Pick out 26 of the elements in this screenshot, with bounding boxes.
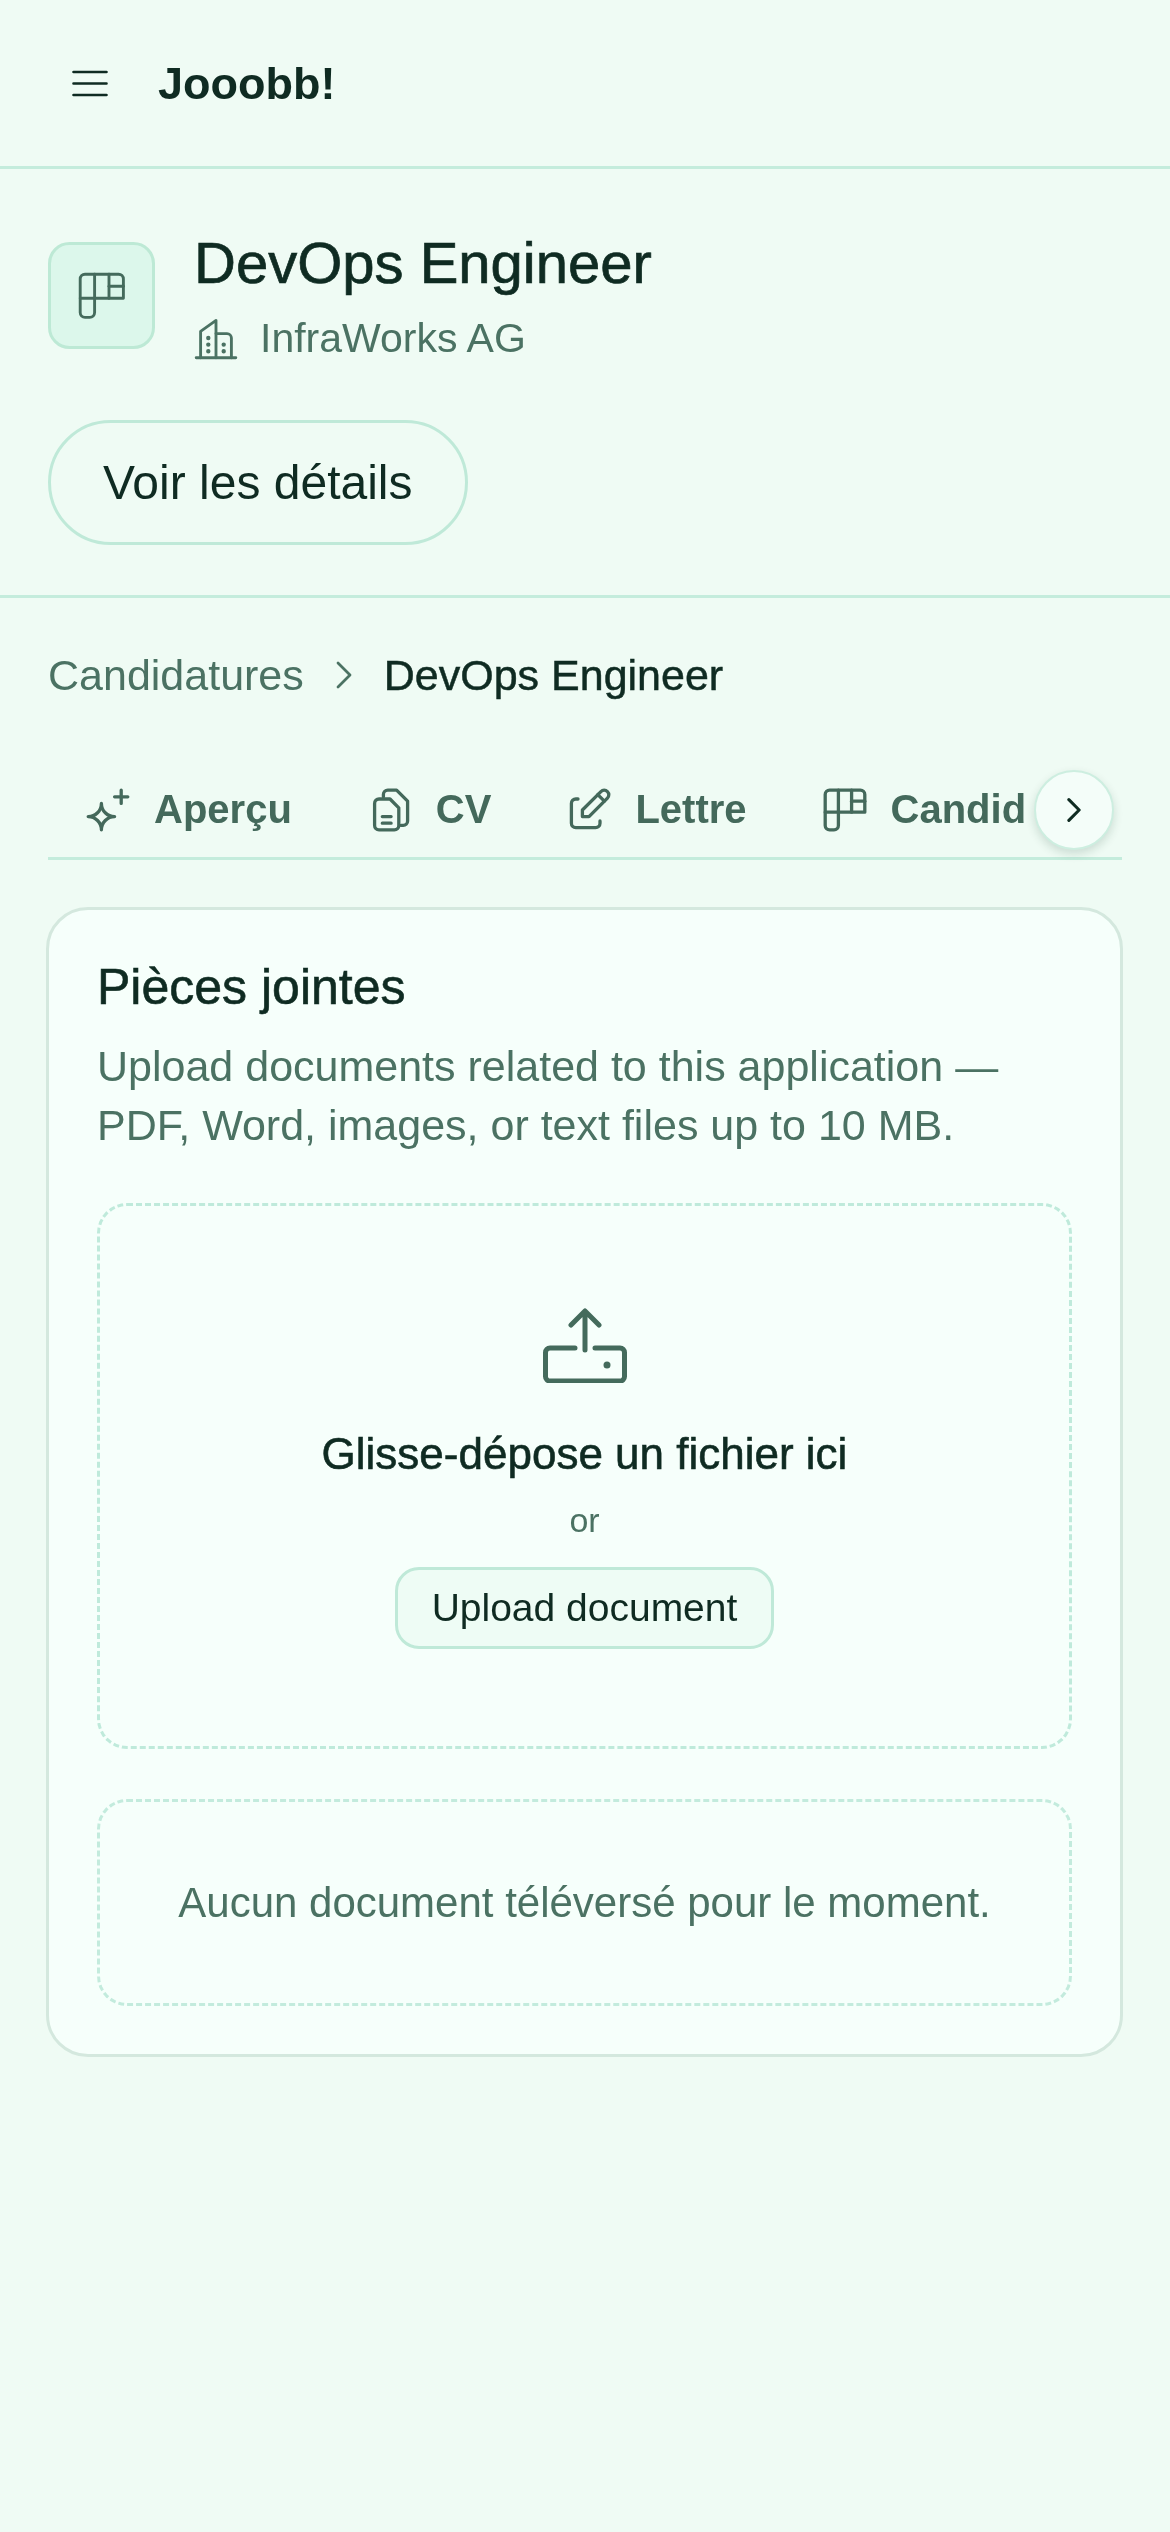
- upload-button[interactable]: Upload document: [394, 1567, 775, 1649]
- company-name: InfraWorks AG: [260, 314, 526, 362]
- card-title: Pièces jointes: [97, 958, 407, 1017]
- file-drop-zone[interactable]: Glisse-dépose un fichier ici or Upload document: [97, 1203, 1072, 1749]
- upload-icon: [542, 1308, 627, 1383]
- board-icon: [822, 787, 867, 832]
- board-icon: [48, 242, 155, 349]
- empty-state-text: Aucun document téléversé pour le moment.: [178, 1877, 991, 1928]
- details-button[interactable]: Voir les détails: [48, 420, 468, 545]
- tab[interactable]: Lettre: [529, 762, 785, 857]
- chevron-right-icon: [1067, 797, 1081, 822]
- card-description: Upload documents related to this application — PDF, Word, images, or text files up to 10 MB.: [97, 1041, 1000, 1151]
- tab[interactable]: Aperçu: [48, 762, 330, 857]
- tab[interactable]: CV: [329, 762, 530, 857]
- app-title: Jooobb!: [158, 60, 336, 106]
- edit-icon: [567, 787, 612, 832]
- drop-zone-title: Glisse-dépose un fichier ici: [321, 1428, 848, 1480]
- chevron-right-icon: [335, 661, 352, 689]
- building-icon: [194, 316, 238, 360]
- breadcrumb-link[interactable]: Candidatures: [48, 650, 304, 700]
- sparkle-icon: [86, 787, 130, 832]
- tab[interactable]: Candid: [784, 762, 1027, 857]
- job-title: DevOps Engineer: [194, 229, 652, 296]
- menu-icon[interactable]: [72, 69, 108, 97]
- breadcrumb-current: DevOps Engineer: [383, 650, 724, 700]
- separator-text: or: [569, 1500, 600, 1540]
